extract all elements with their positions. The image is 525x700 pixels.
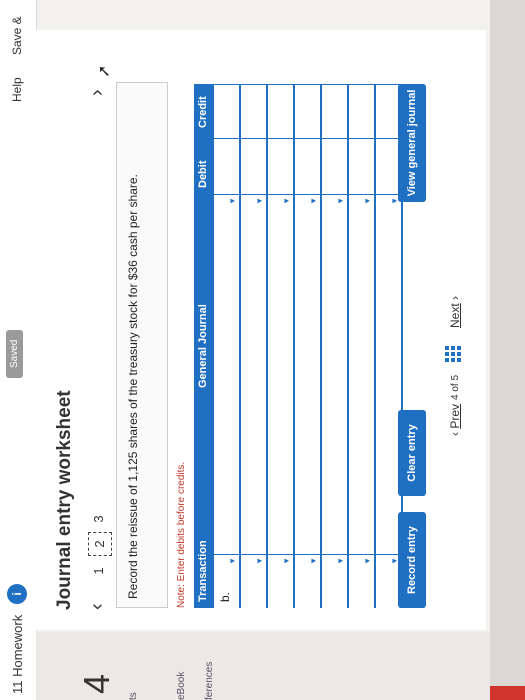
info-icon[interactable]: i	[7, 584, 27, 604]
credit-cell[interactable]	[268, 84, 293, 138]
clear-entry-button[interactable]: Clear entry	[398, 410, 426, 496]
page-position: 4 of 5	[450, 374, 461, 400]
transaction-cell[interactable]: b. ▼	[214, 554, 239, 608]
account-cell[interactable]: ▼	[268, 194, 293, 554]
account-cell[interactable]: ▼	[241, 194, 266, 554]
credit-cell[interactable]	[322, 84, 347, 138]
table-row: ▼ ▼	[268, 84, 295, 608]
header-credit: Credit	[197, 96, 209, 128]
note-text: Note: Enter debits before credits.	[176, 461, 187, 608]
transaction-cell[interactable]: ▼	[295, 554, 320, 608]
question-number: 4	[76, 673, 117, 694]
dropdown-caret-icon[interactable]: ▼	[228, 197, 237, 205]
save-exit-link[interactable]: Save &	[10, 16, 24, 55]
header-transaction: Transaction	[197, 540, 209, 602]
account-cell[interactable]: ▼	[214, 194, 239, 554]
screen: 11 Homework i Saved Help Save & 4 ts eBo…	[0, 0, 525, 700]
next-link[interactable]: Next ›	[448, 296, 462, 328]
prompt-box: Record the reissue of 1,125 shares of th…	[116, 82, 168, 608]
next-label: Next	[448, 303, 462, 328]
step-2[interactable]: 2	[88, 532, 112, 556]
journal-table: Transaction General Journal Debit Credit…	[194, 84, 403, 608]
dropdown-caret-icon[interactable]: ▼	[255, 557, 264, 565]
record-entry-button[interactable]: Record entry	[398, 512, 426, 608]
debit-cell[interactable]	[241, 138, 266, 194]
header-general-journal: General Journal	[197, 304, 209, 388]
dropdown-caret-icon[interactable]: ▼	[309, 557, 318, 565]
credit-cell[interactable]	[241, 84, 266, 138]
mouse-cursor-icon: ➚	[96, 64, 113, 78]
worksheet-title: Journal entry worksheet	[54, 390, 75, 610]
credit-cell[interactable]	[349, 84, 374, 138]
dropdown-caret-icon[interactable]: ▼	[363, 557, 372, 565]
debit-cell[interactable]	[295, 138, 320, 194]
red-tab	[490, 686, 525, 700]
dropdown-caret-icon[interactable]: ▼	[282, 557, 291, 565]
step-3[interactable]: 3	[88, 508, 110, 530]
header-debit: Debit	[197, 160, 209, 189]
view-general-journal-button[interactable]: View general journal	[398, 84, 426, 202]
prompt-text: Record the reissue of 1,125 shares of th…	[126, 174, 140, 599]
table-header: Transaction General Journal Debit Credit	[194, 84, 214, 608]
top-bar: 11 Homework i Saved Help Save &	[0, 0, 37, 700]
transaction-cell[interactable]: ▼	[268, 554, 293, 608]
prev-label: Prev	[448, 403, 462, 429]
dropdown-caret-icon[interactable]: ▼	[282, 197, 291, 205]
sidebar-item-ebook[interactable]: eBook	[176, 672, 187, 700]
dropdown-caret-icon[interactable]: ▼	[336, 197, 345, 205]
chevron-left-icon[interactable]: ‹	[86, 603, 109, 610]
table-row: ▼ ▼	[295, 84, 322, 608]
debit-cell[interactable]	[349, 138, 374, 194]
dropdown-caret-icon[interactable]: ▼	[255, 197, 264, 205]
table-row: b. ▼ ▼	[214, 84, 241, 608]
debit-cell[interactable]	[214, 138, 239, 194]
bottom-bar	[490, 0, 525, 700]
table-row: ▼ ▼	[322, 84, 349, 608]
dropdown-caret-icon[interactable]: ▼	[309, 197, 318, 205]
debit-cell[interactable]	[268, 138, 293, 194]
dropdown-caret-icon[interactable]: ▼	[336, 557, 345, 565]
grid-icon[interactable]	[445, 346, 461, 362]
table-row: ▼ ▼	[241, 84, 268, 608]
dropdown-caret-icon[interactable]: ▼	[228, 557, 237, 565]
account-cell[interactable]: ▼	[322, 194, 347, 554]
dropdown-caret-icon[interactable]: ▼	[363, 197, 372, 205]
credit-cell[interactable]	[214, 84, 239, 138]
sidebar-item-references[interactable]: ferences	[204, 662, 215, 700]
step-1[interactable]: 1	[88, 560, 110, 582]
prev-link[interactable]: ‹ Prev	[448, 404, 462, 436]
account-cell[interactable]: ▼	[376, 194, 401, 554]
assignment-title: 11 Homework	[10, 614, 25, 694]
debit-cell[interactable]	[322, 138, 347, 194]
sidebar: 4 ts eBook ferences	[36, 632, 525, 700]
credit-cell[interactable]	[295, 84, 320, 138]
account-cell[interactable]: ▼	[295, 194, 320, 554]
account-cell[interactable]: ▼	[349, 194, 374, 554]
transaction-cell[interactable]: ▼	[241, 554, 266, 608]
saved-badge: Saved	[6, 329, 23, 378]
chevron-right-icon[interactable]: ›	[86, 89, 109, 96]
transaction-cell[interactable]: ▼	[322, 554, 347, 608]
transaction-cell[interactable]: ▼	[349, 554, 374, 608]
table-row: ▼ ▼	[349, 84, 376, 608]
help-link[interactable]: Help	[10, 77, 24, 102]
sidebar-item-points: ts	[128, 692, 139, 700]
